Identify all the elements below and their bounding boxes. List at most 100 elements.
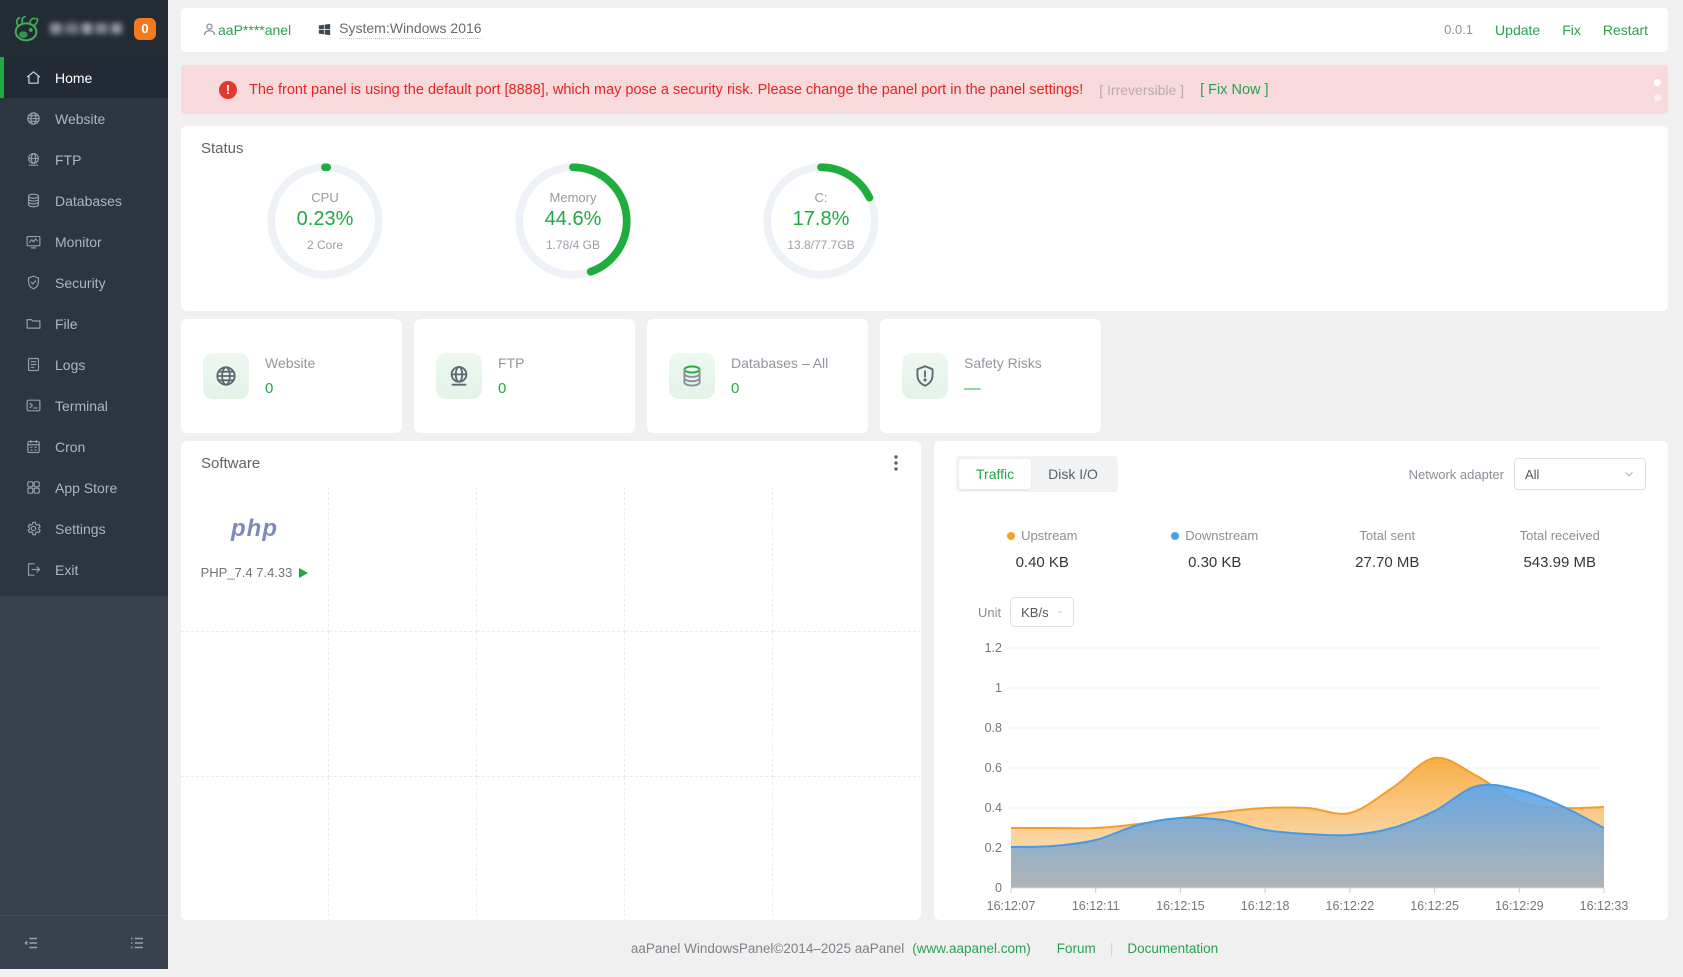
tab-traffic[interactable]: Traffic [959, 459, 1031, 489]
svg-text:16:12:15: 16:12:15 [1156, 899, 1205, 913]
stat-label: Total received [1520, 528, 1600, 543]
status-title: Status [201, 140, 1648, 157]
sidebar-item-app-store[interactable]: App Store [0, 467, 168, 508]
server-name-blurred [50, 23, 122, 34]
software-cell-empty [329, 487, 477, 632]
status-gauges: CPU 0.23% 2 Core Memory 44.6% 1.78/4 GB [201, 159, 1648, 283]
sidebar-item-label: Logs [55, 357, 85, 373]
card-title: Website [265, 355, 315, 371]
software-menu-kebab-icon[interactable] [887, 453, 905, 473]
svg-text:0.6: 0.6 [985, 761, 1002, 775]
terminal-icon [25, 397, 42, 414]
software-cell-empty [329, 777, 477, 922]
gear-icon [25, 520, 42, 537]
svg-text:16:12:18: 16:12:18 [1241, 899, 1290, 913]
stat-value: 27.70 MB [1355, 554, 1419, 571]
traffic-area-chart: 00.20.40.60.811.2 16:12:0716:12:1116:12:… [956, 633, 1646, 921]
sidebar-item-ftp[interactable]: FTP [0, 139, 168, 180]
documentation-link[interactable]: Documentation [1127, 941, 1218, 956]
shield-alert-icon [902, 353, 948, 399]
ftp-icon [436, 353, 482, 399]
site-link[interactable]: (www.aapanel.com) [912, 941, 1031, 956]
network-adapter-select[interactable]: All [1514, 458, 1646, 490]
sidebar-item-website[interactable]: Website [0, 98, 168, 139]
globe-icon [25, 110, 42, 127]
svg-text:16:12:07: 16:12:07 [987, 899, 1036, 913]
sidebar-item-monitor[interactable]: Monitor [0, 221, 168, 262]
card-ftp[interactable]: FTP 0 [414, 319, 635, 433]
svg-text:16:12:11: 16:12:11 [1072, 899, 1120, 913]
dot-active[interactable] [1654, 79, 1661, 86]
sidebar-item-settings[interactable]: Settings [0, 508, 168, 549]
fix-link[interactable]: Fix [1562, 22, 1581, 38]
unit-select[interactable]: KB/s [1010, 597, 1074, 627]
software-cell-empty [773, 487, 921, 632]
sidebar-item-exit[interactable]: Exit [0, 549, 168, 590]
stat-value: 0.40 KB [1016, 554, 1069, 571]
tab-disk-io[interactable]: Disk I/O [1031, 459, 1115, 489]
topbar: aaP****anel System:Windows 2016 0.0.1 Up… [181, 8, 1668, 52]
gauge-ring: CPU 0.23% 2 Core [263, 159, 387, 283]
stat-label: Downstream [1171, 528, 1258, 543]
update-link[interactable]: Update [1495, 22, 1540, 38]
traffic-header: Traffic Disk I/O Network adapter All [956, 456, 1646, 492]
card-databases-all[interactable]: Databases – All 0 [647, 319, 868, 433]
network-adapter-value: All [1525, 467, 1539, 482]
sidebar-item-home[interactable]: Home [0, 57, 168, 98]
software-panel: Software php PHP_7.4 7.4.33 [181, 441, 921, 920]
collapse-sidebar-icon[interactable] [22, 934, 40, 952]
forum-link[interactable]: Forum [1057, 941, 1096, 956]
ftp-icon [25, 151, 42, 168]
software-title: Software [201, 455, 921, 472]
network-adapter-group: Network adapter All [1409, 458, 1646, 490]
exit-icon [25, 561, 42, 578]
card-website[interactable]: Website 0 [181, 319, 402, 433]
software-item-name[interactable]: PHP_7.4 7.4.33 [201, 565, 309, 580]
sidebar-item-label: File [55, 316, 78, 332]
stat-downstream: Downstream 0.30 KB [1129, 528, 1302, 571]
software-cell-empty [329, 632, 477, 777]
sidebar-nav: HomeWebsite FTP Databases MonitorSecurity Fi… [0, 57, 168, 596]
sidebar-item-label: FTP [55, 152, 81, 168]
svg-text:16:12:33: 16:12:33 [1580, 899, 1629, 913]
software-grid: php PHP_7.4 7.4.33 [181, 487, 921, 922]
gauge-subtext: 2 Core [307, 238, 343, 252]
stat-label: Upstream [1007, 528, 1077, 543]
summary-cards: Website 0 FTP 0 Databases – All 0 Safety… [181, 319, 1668, 433]
username-link[interactable]: aaP****anel [218, 22, 291, 38]
fix-now-link[interactable]: [ Fix Now ] [1200, 82, 1268, 98]
system-label: System:Windows 2016 [339, 20, 481, 39]
sidebar-item-terminal[interactable]: Terminal [0, 385, 168, 426]
dot-inactive[interactable] [1654, 94, 1661, 101]
sidebar-item-label: App Store [55, 480, 117, 496]
svg-text:0: 0 [995, 881, 1002, 895]
card-text: Safety Risks –– [964, 355, 1042, 397]
sidebar-item-logs[interactable]: Logs [0, 344, 168, 385]
sidebar-item-databases[interactable]: Databases [0, 180, 168, 221]
card-safety-risks[interactable]: Safety Risks –– [880, 319, 1101, 433]
unit-value: KB/s [1021, 605, 1048, 620]
sidebar-item-cron[interactable]: Cron [0, 426, 168, 467]
windows-icon [317, 22, 332, 37]
logs-icon [25, 356, 42, 373]
restart-link[interactable]: Restart [1603, 22, 1648, 38]
database-icon [669, 353, 715, 399]
footer-divider: | [1110, 941, 1114, 956]
message-count-badge[interactable]: 0 [134, 18, 156, 40]
sidebar-filler [0, 596, 168, 915]
menu-list-icon[interactable] [128, 934, 146, 952]
unit-label: Unit [978, 605, 1001, 620]
gauge-label: Memory [550, 190, 597, 205]
main-content: aaP****anel System:Windows 2016 0.0.1 Up… [168, 0, 1683, 977]
irreversible-label: [ Irreversible ] [1099, 82, 1184, 98]
software-cell-empty [625, 487, 773, 632]
database-icon [25, 192, 42, 209]
sidebar-item-file[interactable]: File [0, 303, 168, 344]
php-logo[interactable]: php [231, 515, 278, 543]
folder-icon [25, 315, 42, 332]
stat-value: 0.30 KB [1188, 554, 1241, 571]
sidebar-item-label: Databases [55, 193, 122, 209]
software-cell-empty [477, 632, 625, 777]
sidebar-item-security[interactable]: Security [0, 262, 168, 303]
gauge-cpu: CPU 0.23% 2 Core [201, 159, 449, 283]
